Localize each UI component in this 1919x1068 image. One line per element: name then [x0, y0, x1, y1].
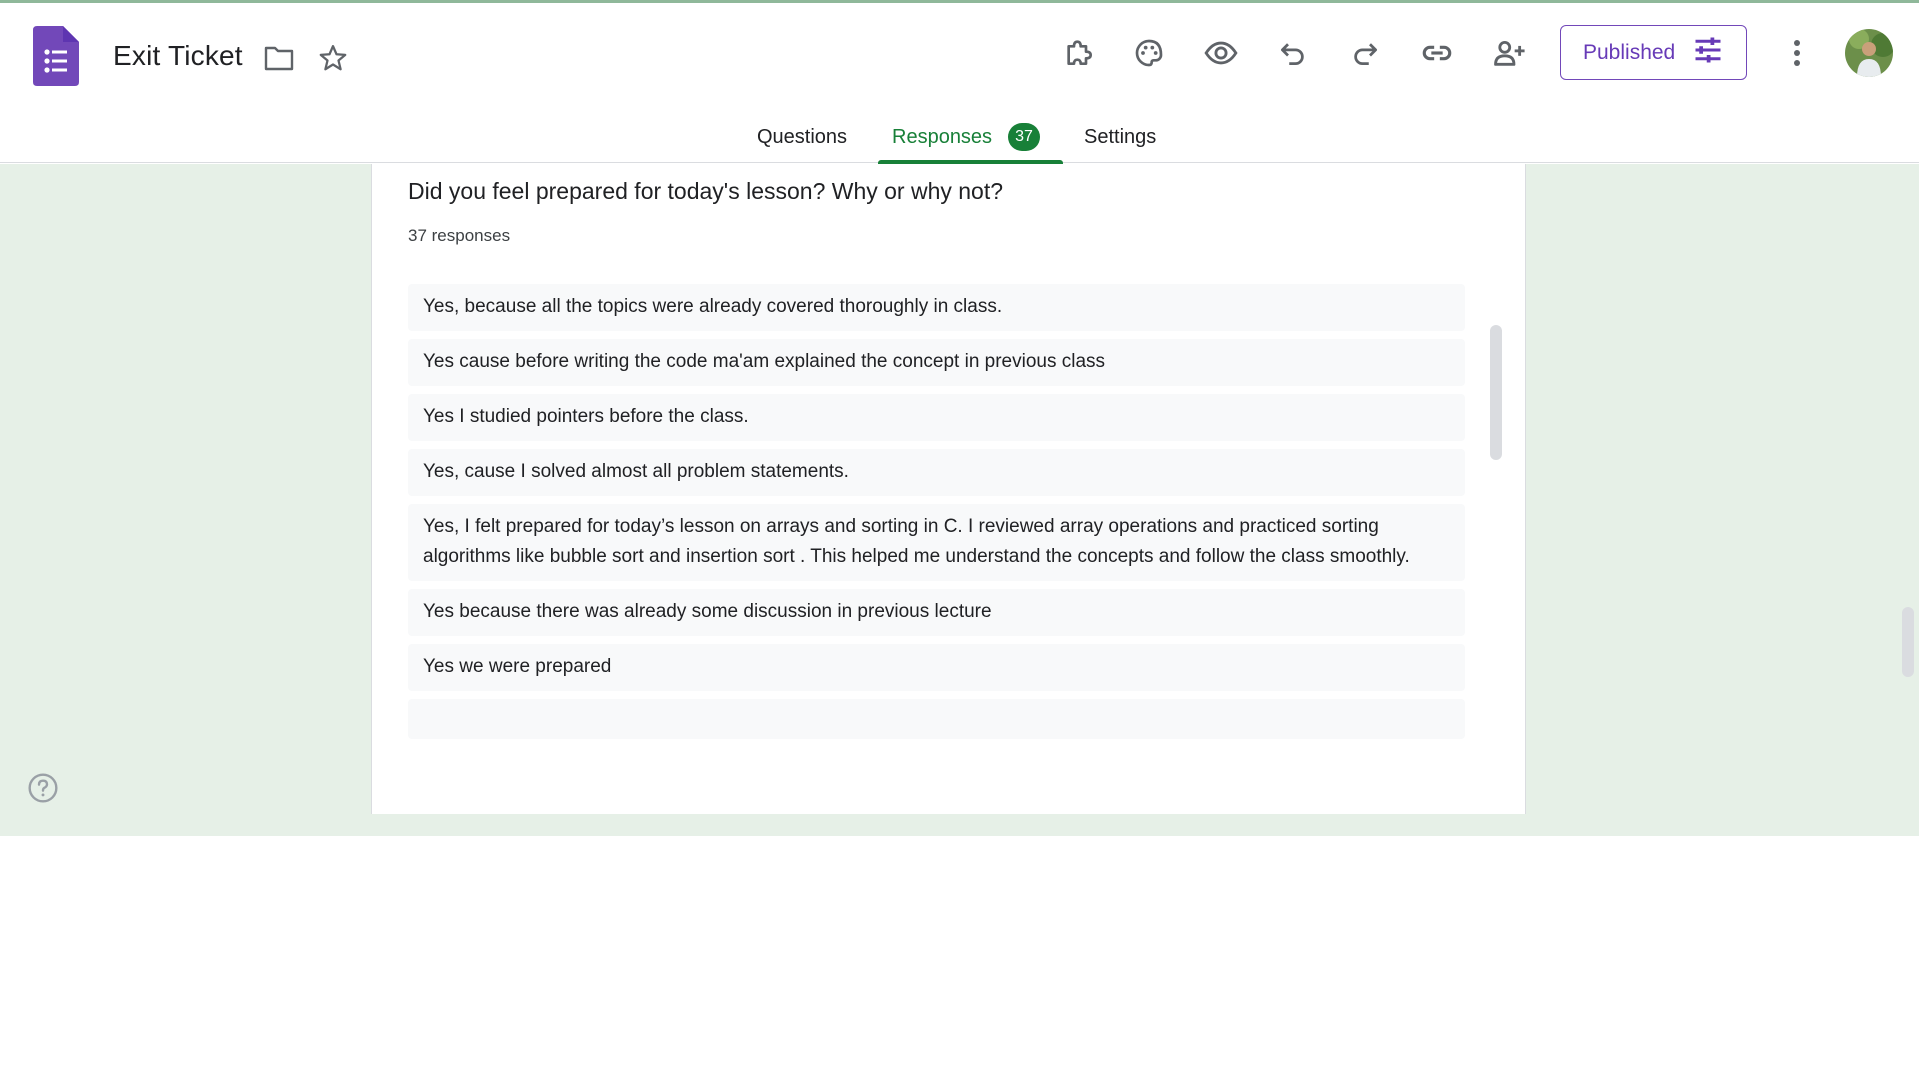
tab-settings-label: Settings	[1084, 125, 1157, 148]
tune-sliders-icon	[1693, 36, 1723, 69]
google-forms-icon[interactable]	[33, 26, 79, 86]
response-list-scrollbar[interactable]	[1490, 325, 1502, 460]
page-scrollbar[interactable]	[1902, 607, 1914, 677]
more-vert-icon[interactable]	[1777, 33, 1817, 73]
undo-icon[interactable]	[1273, 33, 1313, 73]
tab-questions-label: Questions	[757, 125, 848, 148]
preview-eye-icon[interactable]	[1201, 33, 1241, 73]
folder-icon[interactable]	[262, 41, 296, 75]
response-item: Yes, because all the topics were already…	[408, 284, 1465, 331]
link-icon[interactable]	[1417, 33, 1457, 73]
add-collaborator-icon[interactable]	[1489, 33, 1529, 73]
tab-questions[interactable]: Questions	[757, 111, 847, 163]
user-avatar[interactable]	[1845, 29, 1893, 77]
response-item: Yes, cause I solved almost all problem s…	[408, 449, 1465, 496]
response-item: Yes I studied pointers before the class.	[408, 394, 1465, 441]
document-title[interactable]: Exit Ticket	[113, 40, 243, 72]
tab-responses-label: Responses	[892, 125, 993, 148]
response-item: Yes because there was already some discu…	[408, 589, 1465, 636]
app-header: Exit Ticket Published Questions Response…	[0, 3, 1919, 164]
redo-icon[interactable]	[1345, 33, 1385, 73]
addons-puzzle-icon[interactable]	[1058, 33, 1098, 73]
forms-page: Exit Ticket Published Questions Response…	[0, 0, 1919, 1068]
response-item: Yes we were prepared	[408, 644, 1465, 691]
tab-settings[interactable]: Settings	[1084, 111, 1156, 163]
palette-icon[interactable]	[1129, 33, 1169, 73]
response-list: Yes, because all the topics were already…	[408, 284, 1465, 747]
tab-responses[interactable]: Responses 37	[892, 111, 1041, 163]
response-count: 37 responses	[408, 226, 511, 245]
responses-count-badge: 37	[1008, 123, 1041, 151]
published-button[interactable]: Published	[1560, 25, 1747, 80]
response-item: Yes cause before writing the code ma'am …	[408, 339, 1465, 386]
tab-bar: Questions Responses 37 Settings	[0, 111, 1919, 164]
question-title: Did you feel prepared for today's lesson…	[408, 178, 1004, 204]
response-item: Yes, I felt prepared for today’s lesson …	[408, 504, 1465, 581]
help-circle-icon[interactable]	[27, 772, 59, 804]
star-icon[interactable]	[316, 41, 350, 75]
question-summary-card: Did you feel prepared for today's lesson…	[371, 164, 1526, 814]
published-label: Published	[1583, 40, 1676, 64]
response-item	[408, 699, 1465, 739]
